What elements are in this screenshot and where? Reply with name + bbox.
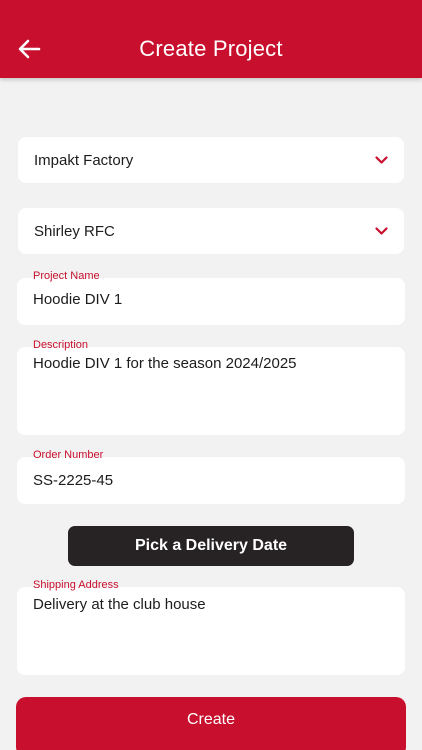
project-name-label: Project Name (33, 270, 100, 282)
chevron-down-icon (374, 153, 388, 167)
club-select[interactable]: Shirley RFC (18, 208, 404, 254)
pick-delivery-date-button[interactable]: Pick a Delivery Date (68, 526, 354, 566)
description-field[interactable]: Hoodie DIV 1 for the season 2024/2025 (17, 347, 405, 435)
order-number-value: SS-2225-45 (33, 472, 114, 489)
description-label: Description (33, 339, 89, 351)
create-button-label: Create (186, 711, 236, 728)
description-value: Hoodie DIV 1 for the season 2024/2025 (33, 355, 297, 372)
factory-select[interactable]: Impakt Factory (18, 137, 404, 183)
factory-select-value: Impakt Factory (34, 151, 134, 169)
project-name-field[interactable]: Hoodie DIV 1 (17, 278, 405, 325)
shipping-address-field[interactable]: Delivery at the club house (17, 587, 405, 675)
club-select-value: Shirley RFC (34, 222, 115, 240)
app-header: Create Project (0, 0, 422, 78)
order-number-label: Order Number (33, 449, 104, 461)
order-number-field[interactable]: SS-2225-45 (17, 457, 405, 504)
create-button[interactable]: Create (16, 697, 406, 750)
shipping-address-label: Shipping Address (33, 579, 119, 591)
project-name-value: Hoodie DIV 1 (33, 291, 123, 308)
page-title: Create Project (139, 36, 283, 61)
shipping-address-value: Delivery at the club house (33, 596, 206, 613)
chevron-down-icon (374, 224, 388, 238)
